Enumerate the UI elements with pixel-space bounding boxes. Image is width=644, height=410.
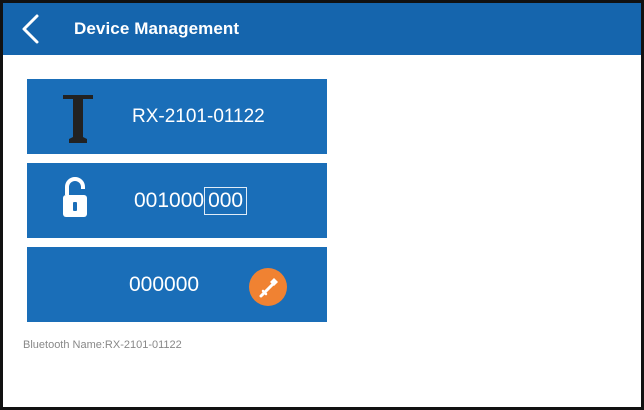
chevron-left-icon: [22, 14, 39, 44]
unlock-code-card[interactable]: 001000 000: [27, 163, 327, 238]
unlock-code-prefix: 001000: [134, 189, 205, 212]
password-card[interactable]: 000000: [27, 247, 327, 322]
unlock-code: 001000 000: [134, 163, 248, 238]
key-icon[interactable]: [248, 267, 288, 307]
page-title: Device Management: [74, 19, 240, 38]
app-window: Device Management RX-2101-01122 001000 00…: [0, 0, 644, 410]
device-card[interactable]: RX-2101-01122: [27, 79, 327, 154]
password-label: 000000: [129, 273, 200, 296]
bluetooth-name-label: Bluetooth Name:RX-2101-01122: [23, 339, 182, 351]
tool-icon: [61, 89, 95, 145]
unlock-icon: [59, 177, 91, 221]
back-button[interactable]: [17, 13, 45, 45]
device-id-label: RX-2101-01122: [132, 106, 265, 127]
unlock-code-box[interactable]: 000: [204, 187, 248, 216]
top-app-bar: Device Management: [3, 3, 641, 55]
